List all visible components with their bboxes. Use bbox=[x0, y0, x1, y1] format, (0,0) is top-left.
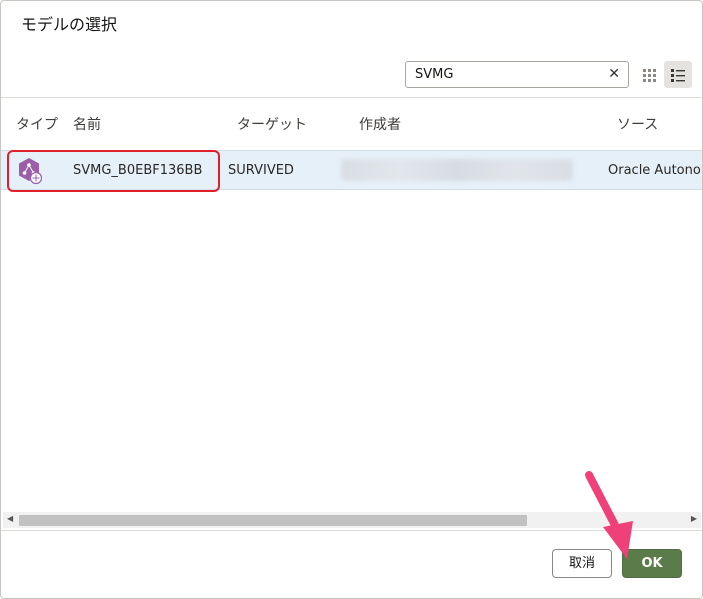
select-model-dialog: モデルの選択 ✕ タイプ 名前 ターゲット 作成者 ソース SVMG_B0EBF… bbox=[0, 0, 703, 599]
search-box: ✕ bbox=[405, 61, 629, 88]
annotation-highlight-box bbox=[7, 150, 220, 192]
grid-view-button[interactable] bbox=[636, 61, 664, 88]
scroll-right-icon[interactable]: ▶ bbox=[691, 514, 697, 523]
scroll-left-icon[interactable]: ◀ bbox=[7, 514, 13, 523]
column-header-target[interactable]: ターゲット bbox=[237, 114, 307, 134]
list-view-icon bbox=[671, 69, 685, 82]
scroll-thumb[interactable] bbox=[19, 515, 527, 526]
row-target: SURVIVED bbox=[228, 163, 294, 178]
column-header-name[interactable]: 名前 bbox=[73, 114, 101, 134]
row-source: Oracle Autono bbox=[608, 163, 701, 178]
column-header-source[interactable]: ソース bbox=[617, 114, 658, 134]
row-creator-redacted bbox=[341, 159, 573, 181]
header-divider bbox=[1, 97, 702, 98]
column-header-type[interactable]: タイプ bbox=[16, 114, 58, 134]
grid-view-icon bbox=[643, 69, 656, 82]
dialog-title: モデルの選択 bbox=[21, 15, 118, 34]
search-input[interactable] bbox=[407, 63, 597, 86]
annotation-arrow-icon bbox=[585, 471, 633, 559]
list-view-button[interactable] bbox=[664, 61, 692, 88]
close-icon[interactable]: ✕ bbox=[608, 66, 620, 83]
column-header-creator[interactable]: 作成者 bbox=[359, 114, 401, 134]
